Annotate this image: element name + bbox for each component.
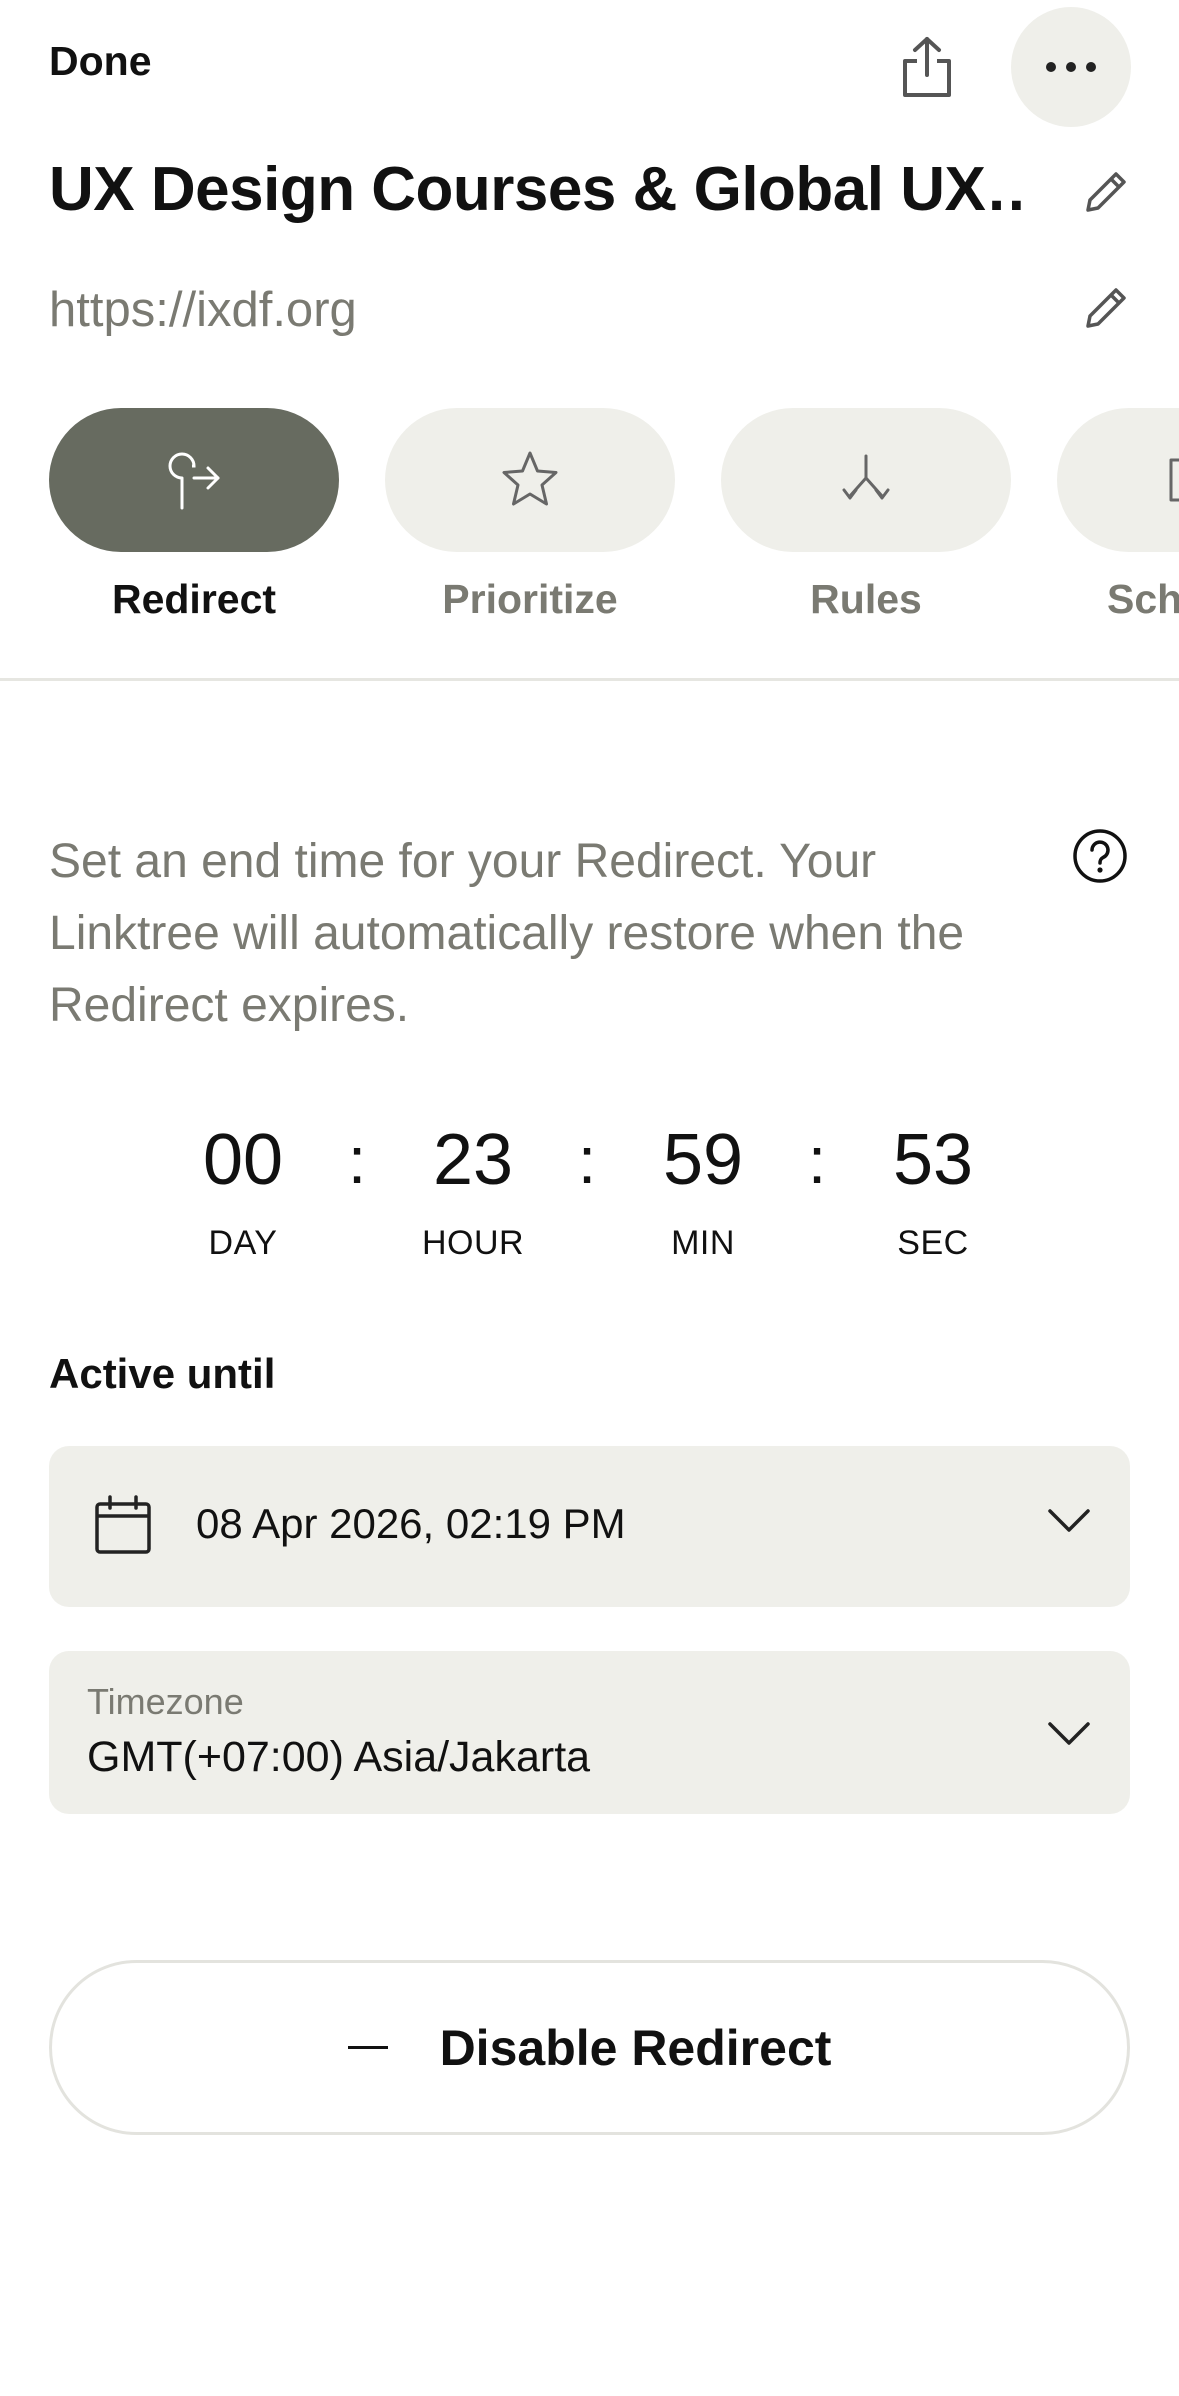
edit-url-button[interactable] — [1080, 282, 1132, 334]
link-title: UX Design Courses & Global UX… — [49, 155, 1029, 224]
schedule-icon — [1169, 458, 1179, 502]
help-icon — [1073, 829, 1127, 883]
countdown-sec: 53 SEC — [833, 1120, 1033, 1263]
countdown-min-label: MIN — [671, 1224, 735, 1262]
tab-schedule[interactable]: Sch — [1057, 408, 1179, 623]
active-until-label: Active until — [49, 1350, 276, 1397]
redirect-settings-screen: Done UX Design Courses & Global UX… http… — [0, 0, 1179, 2396]
countdown-day-value: 00 — [202, 1120, 284, 1200]
feature-tabs: Redirect Prioritize Rules Sch — [0, 408, 1179, 628]
disable-redirect-button[interactable]: Disable Redirect — [49, 1960, 1130, 2135]
tab-label: Prioritize — [442, 576, 618, 622]
countdown-hour-label: HOUR — [421, 1224, 525, 1262]
divider — [0, 678, 1179, 681]
rules-icon — [842, 454, 890, 500]
timezone-label: Timezone — [87, 1681, 244, 1722]
chevron-down-icon — [1048, 1722, 1090, 1745]
share-button[interactable] — [888, 28, 966, 106]
link-url: https://ixdf.org — [49, 283, 357, 337]
more-icon — [1046, 62, 1096, 72]
countdown-hour-value: 23 — [432, 1120, 514, 1200]
countdown-sec-label: SEC — [897, 1224, 969, 1262]
countdown-separator: : — [577, 1123, 597, 1197]
tab-schedule-pill[interactable] — [1057, 408, 1179, 552]
share-icon — [903, 37, 951, 97]
more-options-button[interactable] — [1011, 7, 1131, 127]
tab-prioritize-pill[interactable] — [385, 408, 675, 552]
pencil-icon — [1086, 288, 1126, 328]
help-button[interactable] — [1072, 828, 1128, 884]
countdown-sec-value: 53 — [892, 1120, 974, 1200]
redirect-description: Set an end time for your Redirect. Your … — [49, 835, 965, 1032]
end-date-value: 08 Apr 2026, 02:19 PM — [196, 1500, 626, 1547]
chevron-down-icon — [1048, 1509, 1090, 1532]
tab-rules[interactable]: Rules — [721, 408, 1011, 623]
countdown-timer: 00 DAY : 23 HOUR : 59 MIN : 53 SEC — [0, 1120, 1179, 1280]
timezone-select[interactable]: Timezone GMT(+07:00) Asia/Jakarta — [49, 1651, 1130, 1814]
pencil-icon — [1086, 172, 1126, 212]
tab-label: Sch — [1107, 576, 1179, 622]
countdown-separator: : — [347, 1123, 367, 1197]
tab-label: Redirect — [111, 576, 277, 622]
star-icon — [502, 451, 558, 506]
countdown-min: 59 MIN — [603, 1120, 803, 1263]
edit-title-button[interactable] — [1080, 166, 1132, 218]
tab-rules-pill[interactable] — [721, 408, 1011, 552]
redirect-icon — [168, 452, 220, 510]
countdown-day-label: DAY — [208, 1224, 278, 1262]
done-button[interactable]: Done — [49, 38, 152, 85]
calendar-icon — [95, 1495, 151, 1554]
countdown-min-value: 59 — [662, 1120, 744, 1200]
tab-label: Rules — [810, 576, 922, 622]
end-date-picker[interactable]: 08 Apr 2026, 02:19 PM — [49, 1446, 1130, 1607]
minus-icon — [347, 2046, 388, 2049]
timezone-value: GMT(+07:00) Asia/Jakarta — [87, 1733, 591, 1781]
tab-redirect-pill[interactable] — [49, 408, 339, 552]
disable-redirect-label: Disable Redirect — [439, 2019, 832, 2076]
tab-redirect[interactable]: Redirect — [49, 408, 339, 623]
countdown-separator: : — [807, 1123, 827, 1197]
countdown-day: 00 DAY — [143, 1120, 343, 1263]
countdown-hour: 23 HOUR — [373, 1120, 573, 1263]
tab-prioritize[interactable]: Prioritize — [385, 408, 675, 623]
